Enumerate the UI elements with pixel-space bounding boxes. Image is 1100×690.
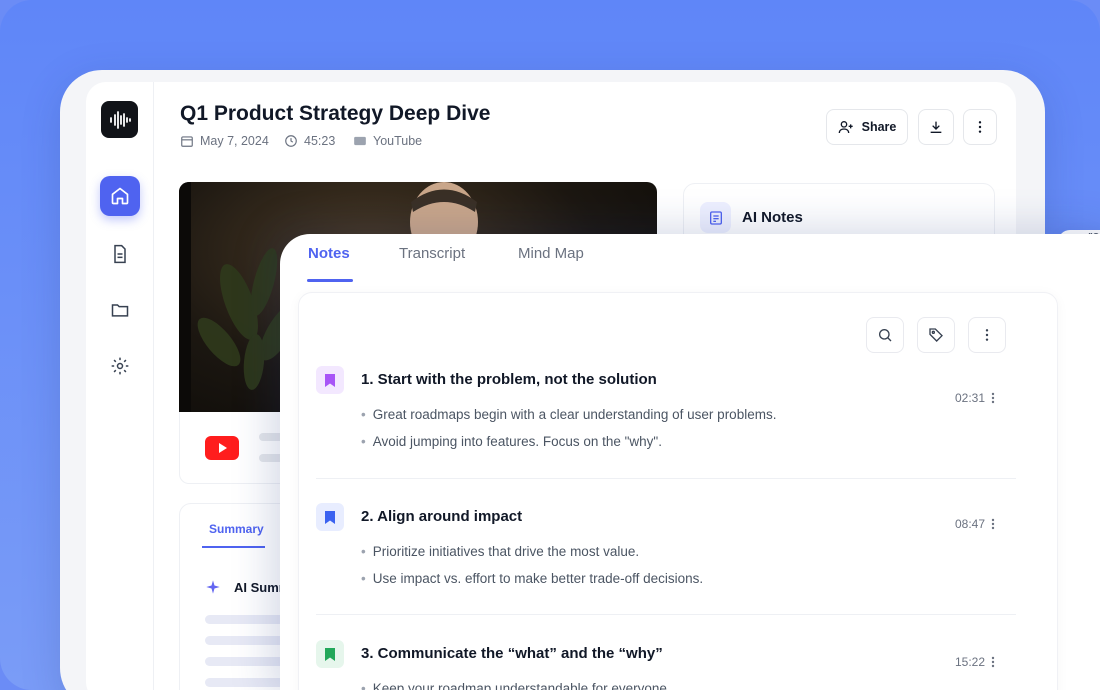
placeholder-line [205, 657, 285, 666]
search-button[interactable] [866, 317, 904, 353]
tab-notes[interactable]: Notes [308, 245, 350, 262]
note-bullet: Use impact vs. effort to make better tra… [361, 571, 703, 586]
bookmark-icon [316, 503, 344, 531]
nav-settings-button[interactable] [100, 346, 140, 386]
tag-icon [929, 328, 943, 342]
meta-date: May 7, 2024 [180, 134, 269, 148]
clock-icon [285, 135, 297, 147]
user-plus-icon [838, 121, 853, 134]
nav-home-button[interactable] [100, 176, 140, 216]
note-timestamp[interactable]: 08:47 [955, 517, 995, 531]
divider [316, 614, 1016, 615]
nav-folders-button[interactable] [100, 290, 140, 330]
note-bullet: Great roadmaps begin with a clear unders… [361, 407, 777, 422]
tab-mind-map[interactable]: Mind Map [518, 245, 584, 262]
meta-duration: 45:23 [284, 134, 335, 148]
bookmark-icon [316, 366, 344, 394]
ai-notes-title: AI Notes [742, 209, 803, 226]
placeholder-line [205, 636, 285, 645]
note-bullet: Avoid jumping into features. Focus on th… [361, 434, 662, 449]
placeholder-line [205, 678, 285, 687]
note-title[interactable]: 3. Communicate the “what” and the “why” [361, 645, 663, 662]
note-title[interactable]: 2. Align around impact [361, 508, 522, 525]
home-icon [111, 187, 129, 205]
more-vertical-icon [978, 121, 982, 133]
share-button[interactable]: Share [826, 109, 908, 145]
note-bullet: Keep your roadmap understandable for eve… [361, 681, 671, 690]
download-button[interactable] [918, 109, 954, 145]
youtube-icon [205, 436, 239, 460]
notes-icon [700, 202, 731, 233]
download-icon [930, 121, 942, 133]
tab-summary[interactable]: Summary [209, 522, 264, 536]
waveform-icon[interactable] [101, 101, 138, 138]
more-vertical-icon[interactable] [991, 392, 995, 404]
search-icon [879, 329, 892, 342]
note-title[interactable]: 1. Start with the problem, not the solut… [361, 371, 657, 388]
folder-icon [111, 304, 129, 317]
notes-more-button[interactable] [968, 317, 1006, 353]
tab-summary-underline [202, 546, 265, 548]
document-icon [114, 244, 126, 264]
more-vertical-icon[interactable] [991, 656, 995, 668]
note-timestamp[interactable]: 15:22 [955, 655, 995, 669]
tab-notes-underline [307, 279, 353, 282]
bookmark-icon [316, 640, 344, 668]
more-options-button[interactable] [963, 109, 997, 145]
sparkle-icon [206, 580, 220, 594]
tab-transcript[interactable]: Transcript [399, 245, 465, 262]
video-source-icon [354, 136, 366, 146]
meta-source: YouTube [353, 134, 422, 148]
tag-button[interactable] [917, 317, 955, 353]
more-vertical-icon [985, 329, 989, 341]
note-bullet: Prioritize initiatives that drive the mo… [361, 544, 639, 559]
divider [316, 478, 1016, 479]
placeholder-line [205, 615, 285, 624]
nav-documents-button[interactable] [100, 234, 140, 274]
settings-icon [111, 357, 129, 375]
page-title: Q1 Product Strategy Deep Dive [180, 102, 491, 125]
calendar-icon [181, 136, 193, 147]
more-vertical-icon[interactable] [991, 518, 995, 530]
note-timestamp[interactable]: 02:31 [955, 391, 995, 405]
sidebar [86, 82, 154, 690]
